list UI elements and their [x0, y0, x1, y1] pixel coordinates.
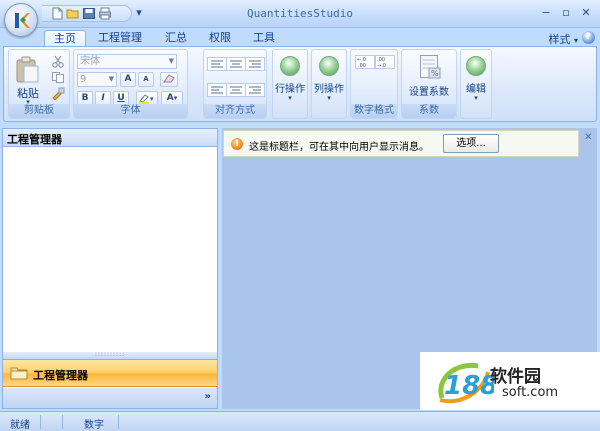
chevron-down-icon: ▾ — [173, 94, 178, 102]
tab-permissions[interactable]: 权限 — [204, 30, 236, 46]
title-bar: ▾ QuantitiesStudio − ▫ ✕ — [0, 0, 600, 28]
chevron-down-icon: ▼ — [108, 75, 114, 83]
status-separator — [62, 415, 63, 429]
font-size-value: 9 — [80, 74, 87, 85]
tab-tools[interactable]: 工具 — [248, 30, 280, 46]
minimize-button[interactable]: − — [537, 6, 555, 20]
restore-button[interactable]: ▫ — [557, 6, 575, 20]
set-coefficient-label[interactable]: 设置系数 — [402, 83, 456, 98]
column-operations-button[interactable]: 列操作 ▾ — [311, 49, 347, 119]
nav-item-label: 工程管理器 — [33, 369, 88, 382]
project-manager-panel: 工程管理器 :::::::::: 工程管理器 » — [2, 128, 218, 409]
svg-text:▾: ▾ — [150, 95, 154, 103]
svg-text:.00: .00 — [358, 63, 366, 69]
column-operations-label: 列操作 — [314, 84, 344, 95]
clipboard-group-label: 剪贴板 — [9, 104, 69, 118]
site-domain: soft.com — [502, 385, 559, 400]
chevron-right-icon[interactable]: » — [205, 391, 211, 402]
horizontal-align-icons[interactable] — [207, 83, 265, 97]
chevron-down-icon: ▾ — [288, 94, 292, 102]
chevron-down-icon: ▼ — [168, 57, 174, 65]
coefficient-group-label: 系数 — [402, 104, 456, 118]
column-operations-icon — [319, 56, 339, 76]
close-icon[interactable]: ✕ — [584, 132, 592, 143]
alignment-group-label: 对齐方式 — [204, 104, 266, 118]
style-menu[interactable]: 样式 ▾ — [548, 31, 578, 47]
row-operations-icon — [280, 56, 300, 76]
message-bar: ! 这是标题栏，可在其中向用户显示消息。 选项... — [223, 130, 579, 157]
chevron-down-icon: ▾ — [573, 36, 578, 45]
svg-text:%: % — [431, 69, 439, 78]
format-painter-icon[interactable] — [51, 87, 65, 100]
style-menu-label: 样式 — [548, 33, 571, 46]
close-button[interactable]: ✕ — [577, 6, 595, 20]
help-icon[interactable]: ? — [582, 31, 595, 44]
font-group: 宋体 ▼ 9 ▼ A A B I U ▾ A▾ 字体 — [73, 49, 188, 119]
font-size-select[interactable]: 9 ▼ — [77, 72, 117, 87]
message-text: 这是标题栏，可在其中向用户显示消息。 — [249, 142, 429, 153]
set-coefficient-icon[interactable]: % — [419, 54, 441, 80]
folder-icon — [10, 367, 28, 380]
number-format-group-label: 数字格式 — [351, 104, 397, 118]
row-operations-button[interactable]: 行操作 ▾ — [272, 49, 308, 119]
chevron-down-icon: ▾ — [474, 94, 478, 102]
app-logo-icon — [15, 13, 30, 28]
watermark: 188 软件园 soft.com — [420, 352, 600, 410]
font-color-letter: A — [166, 93, 174, 103]
nav-pane-footer: » — [3, 388, 217, 408]
site-logo-number: 188 — [444, 371, 494, 401]
info-icon: ! — [231, 138, 243, 150]
decimal-places-icons[interactable]: ←.0.00 .00→.0 — [355, 55, 395, 69]
svg-text:→.0: →.0 — [377, 63, 386, 69]
status-bar: 就绪 数字 — [0, 411, 600, 431]
clear-format-icon[interactable] — [160, 72, 178, 87]
edit-label: 编辑 — [466, 84, 486, 95]
status-separator — [118, 415, 119, 429]
highlighter-icon: ▾ — [139, 94, 154, 104]
edit-icon — [466, 56, 486, 76]
font-name-value: 宋体 — [80, 56, 100, 67]
site-logo: 188 — [438, 362, 494, 404]
panel-splitter[interactable]: :::::::::: — [3, 352, 217, 359]
panel-header: 工程管理器 — [3, 129, 217, 147]
status-num: 数字 — [84, 420, 104, 431]
vertical-align-icons[interactable] — [207, 57, 265, 71]
status-ready: 就绪 — [10, 420, 30, 431]
window-title: QuantitiesStudio — [247, 7, 353, 20]
clipboard-group: 粘贴 ▾ 剪贴板 — [8, 49, 70, 119]
tab-project-management[interactable]: 工程管理 — [93, 30, 147, 46]
options-button[interactable]: 选项... — [443, 134, 499, 153]
tab-home[interactable]: 主页 — [44, 30, 86, 46]
application-menu-button[interactable] — [4, 3, 38, 37]
status-separator — [40, 415, 41, 429]
shrink-font-button[interactable]: A — [138, 72, 154, 87]
edit-button[interactable]: 编辑 ▾ — [460, 49, 492, 119]
number-format-group: ←.0.00 .00 →.0 数字格式 — [350, 49, 398, 119]
tab-summary[interactable]: 汇总 — [160, 30, 192, 46]
cut-icon[interactable] — [51, 55, 65, 68]
ribbon: 粘贴 ▾ 剪贴板 宋体 ▼ 9 ▼ A A B I U ▾ A▾ 字体 对齐方式… — [3, 46, 597, 122]
copy-icon[interactable] — [51, 71, 65, 84]
coefficient-group: % 设置系数 系数 — [401, 49, 457, 119]
site-title: 软件园 — [490, 367, 541, 387]
eraser-icon — [163, 74, 175, 83]
paste-icon[interactable] — [15, 56, 41, 84]
grow-font-button[interactable]: A — [120, 72, 136, 87]
font-group-label: 字体 — [74, 104, 187, 118]
row-operations-label: 行操作 — [275, 84, 305, 95]
chevron-down-icon: ▾ — [327, 94, 331, 102]
ribbon-tabs: 主页 工程管理 汇总 权限 工具 样式 ▾ ? — [0, 28, 600, 46]
font-name-select[interactable]: 宋体 ▼ — [77, 54, 177, 69]
nav-item-project-manager[interactable]: 工程管理器 — [3, 359, 217, 387]
alignment-group: 对齐方式 — [203, 49, 267, 119]
